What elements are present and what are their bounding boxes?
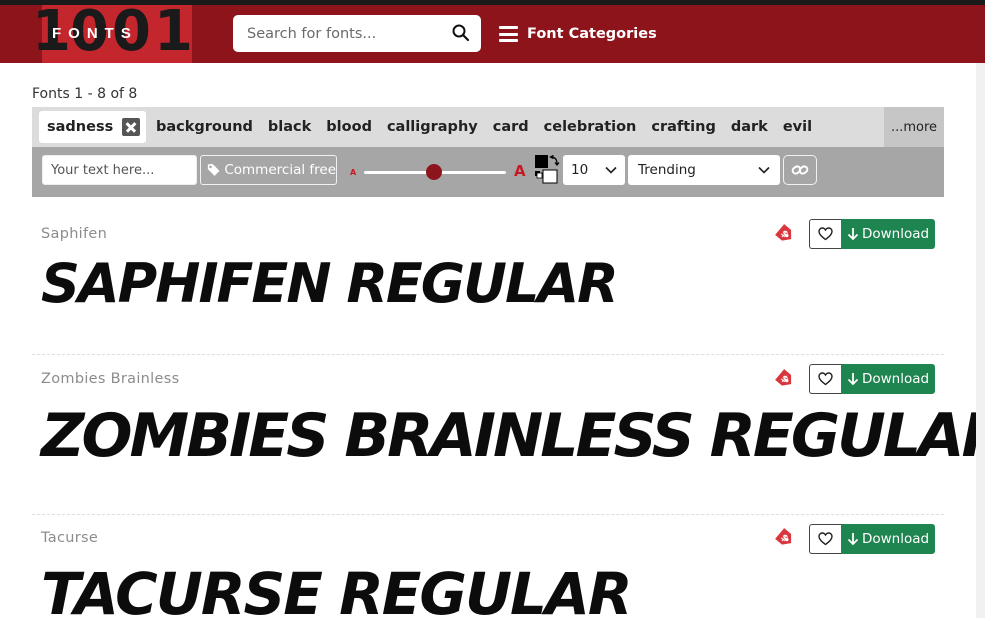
- tag-item[interactable]: calligraphy: [387, 119, 478, 135]
- preview-toolbar: Commercial free A A 10 Trending: [32, 147, 944, 197]
- search-input[interactable]: [245, 23, 444, 45]
- heart-icon: [818, 372, 833, 386]
- sort-value: Trending: [638, 162, 696, 178]
- search-icon[interactable]: [451, 23, 471, 43]
- font-name[interactable]: Tacurse: [41, 530, 98, 546]
- heart-icon: [818, 227, 833, 241]
- font-preview: Tacurse Regular: [41, 560, 633, 618]
- active-tag-sadness[interactable]: sadness: [39, 111, 147, 143]
- download-button[interactable]: Download: [841, 219, 935, 249]
- sort-select[interactable]: Trending: [628, 155, 780, 185]
- tag-list: background black blood calligraphy card …: [156, 107, 827, 147]
- page-size-select[interactable]: 10: [563, 155, 625, 185]
- tag-item[interactable]: crafting: [651, 119, 715, 135]
- close-icon[interactable]: [122, 118, 141, 136]
- commercial-free-label: Commercial free: [224, 162, 336, 178]
- tag-item[interactable]: evil: [783, 119, 812, 135]
- font-row: Saphifen $ Download Saphifen Regular: [32, 197, 944, 355]
- download-label: Download: [861, 371, 930, 387]
- font-size-large-label: A: [514, 162, 526, 180]
- download-arrow-icon: [847, 373, 859, 386]
- tag-item[interactable]: background: [156, 119, 253, 135]
- menu-icon: [499, 26, 518, 42]
- font-name[interactable]: Zombies Brainless: [41, 371, 179, 387]
- font-preview: Zombies Brainless Regular: [41, 401, 985, 471]
- search-box: [233, 15, 481, 52]
- favorite-button[interactable]: [809, 364, 841, 394]
- logo-number: 1: [154, 0, 193, 64]
- tag-item[interactable]: celebration: [544, 119, 637, 135]
- favorite-button[interactable]: [809, 524, 841, 554]
- page-size-value: 10: [571, 162, 589, 178]
- chevron-down-icon: [605, 166, 617, 174]
- site-logo[interactable]: 1 0 0 1 FONTS: [32, 0, 193, 64]
- tag-icon: [207, 164, 220, 176]
- more-tags-button[interactable]: ...more: [884, 107, 944, 147]
- tag-item[interactable]: card: [493, 119, 529, 135]
- results-count: Fonts 1 - 8 of 8: [32, 86, 138, 102]
- download-button[interactable]: Download: [841, 364, 935, 394]
- tag-filter-bar: sadness background black blood calligrap…: [32, 107, 944, 147]
- active-tag-label: sadness: [47, 119, 114, 135]
- price-tag-icon[interactable]: $: [772, 366, 798, 392]
- font-categories-label: Font Categories: [527, 26, 657, 42]
- font-row: Zombies Brainless $ Download Zombies Bra…: [32, 355, 985, 515]
- price-tag-icon[interactable]: $: [772, 525, 798, 551]
- font-preview: Saphifen Regular: [41, 252, 619, 315]
- favorite-button[interactable]: [809, 219, 841, 249]
- site-header: 1 001FONTS Font Categories: [0, 0, 985, 64]
- download-arrow-icon: [847, 228, 859, 241]
- preview-text-input[interactable]: [42, 155, 197, 185]
- download-label: Download: [861, 531, 930, 547]
- font-row: Tacurse $ Download Tacurse Regular: [32, 515, 944, 618]
- share-link-button[interactable]: [783, 155, 817, 185]
- link-icon: [791, 165, 809, 175]
- swap-colors-icon[interactable]: [534, 154, 562, 184]
- heart-icon: [818, 532, 833, 546]
- tag-item[interactable]: dark: [731, 119, 768, 135]
- download-button[interactable]: Download: [841, 524, 935, 554]
- chevron-down-icon: [758, 166, 770, 174]
- font-size-small-label: A: [350, 168, 357, 177]
- font-categories-button[interactable]: Font Categories: [499, 21, 657, 47]
- download-arrow-icon: [847, 533, 859, 546]
- download-label: Download: [861, 226, 930, 242]
- tag-item[interactable]: blood: [326, 119, 372, 135]
- tag-item[interactable]: black: [268, 119, 311, 135]
- logo-word: FONTS: [52, 25, 138, 42]
- font-name[interactable]: Saphifen: [41, 226, 107, 242]
- slider-thumb[interactable]: [425, 164, 442, 180]
- page-scrollbar[interactable]: [976, 63, 985, 618]
- price-tag-icon[interactable]: $: [772, 221, 798, 247]
- commercial-free-button[interactable]: Commercial free: [200, 155, 337, 185]
